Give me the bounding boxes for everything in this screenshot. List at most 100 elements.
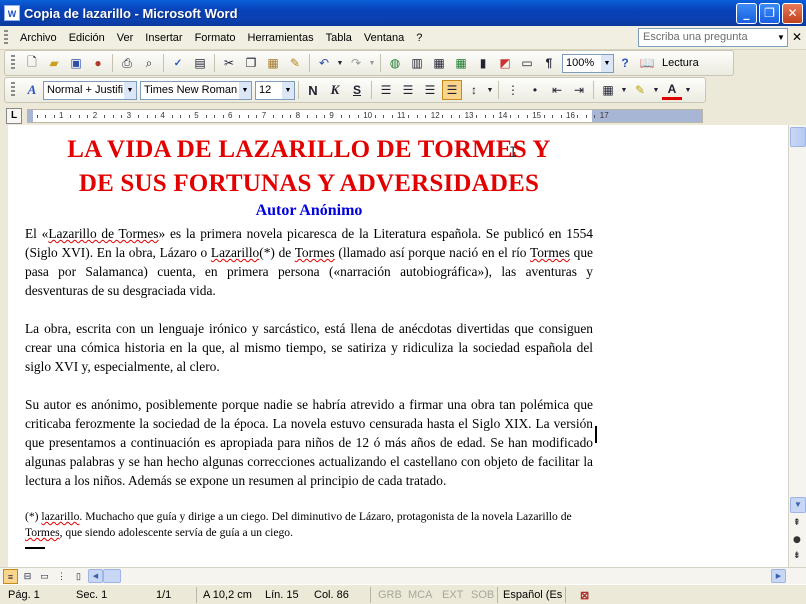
misspelled-word[interactable]: Lazarillo de Tormes [48, 226, 158, 241]
style-select[interactable]: Normal + Justifi ▼ [43, 80, 137, 100]
align-right-icon[interactable]: ☰ [420, 80, 440, 100]
italic-button[interactable]: K [325, 80, 345, 100]
toolbar-grip[interactable] [11, 55, 15, 71]
line-spacing-icon[interactable]: ↕ [464, 80, 484, 100]
copy-icon[interactable]: ❐ [241, 53, 261, 73]
vertical-scrollbar[interactable]: ▼ ⇞ ● ⇟ [788, 125, 806, 567]
read-mode-button[interactable]: Lectura [658, 57, 703, 69]
highlight-dropdown-icon[interactable]: ▼ [652, 80, 660, 100]
tables-borders-icon[interactable]: ▥ [407, 53, 427, 73]
spelling-icon[interactable]: ✓ [168, 53, 188, 73]
save-icon[interactable]: ▣ [66, 53, 86, 73]
web-layout-icon[interactable]: ⊟ [20, 569, 35, 584]
menu-grip[interactable] [4, 29, 8, 46]
menu-help[interactable]: ? [410, 32, 428, 44]
read-mode-icon[interactable]: 📖 [637, 53, 657, 73]
undo-dropdown-icon[interactable]: ▼ [336, 53, 344, 73]
drawing-icon[interactable]: ◩ [495, 53, 515, 73]
bold-button[interactable]: N [303, 80, 323, 100]
outline-view-icon[interactable]: ⋮ [54, 569, 69, 584]
redo-icon[interactable]: ↷ [346, 53, 366, 73]
reading-layout-icon[interactable]: ▯ [71, 569, 86, 584]
horizontal-scroll-thumb[interactable] [103, 569, 121, 583]
print-preview-icon[interactable]: ⌕ [139, 53, 159, 73]
spelling-status-icon[interactable]: ⊠ [580, 589, 589, 602]
misspelled-word[interactable]: Lazarillo [211, 245, 259, 260]
misspelled-word[interactable]: Tormes [295, 245, 335, 260]
status-record[interactable]: GRB [378, 589, 402, 601]
chevron-down-icon[interactable]: ▼ [601, 54, 613, 72]
decrease-indent-icon[interactable]: ⇤ [547, 80, 567, 100]
previous-page-icon[interactable]: ⇞ [793, 518, 801, 528]
print-icon[interactable]: ⎙ [117, 53, 137, 73]
status-overtype[interactable]: SOB [471, 589, 494, 601]
zoom-select[interactable]: 100% ▼ [562, 53, 614, 73]
font-color-dropdown-icon[interactable]: ▼ [684, 80, 692, 100]
insert-excel-icon[interactable]: ▦ [451, 53, 471, 73]
minimize-button[interactable]: _ [736, 3, 757, 24]
menu-edicion[interactable]: Edición [63, 32, 111, 44]
font-color-icon[interactable]: A [662, 80, 682, 100]
open-folder-icon[interactable]: ▰ [44, 53, 64, 73]
document-map-icon[interactable]: ▭ [517, 53, 537, 73]
line-spacing-dropdown-icon[interactable]: ▼ [486, 80, 494, 100]
font-select[interactable]: Times New Roman ▼ [140, 80, 252, 100]
align-left-icon[interactable]: ☰ [376, 80, 396, 100]
status-extend[interactable]: EXT [442, 589, 463, 601]
menu-ver[interactable]: Ver [111, 32, 140, 44]
scroll-down-icon[interactable]: ▼ [790, 497, 806, 513]
menu-insertar[interactable]: Insertar [139, 32, 188, 44]
status-language[interactable]: Español (Es [503, 589, 562, 601]
close-button[interactable]: ✕ [782, 3, 803, 24]
menu-ventana[interactable]: Ventana [358, 32, 410, 44]
justify-icon[interactable]: ☰ [442, 80, 462, 100]
scroll-left-icon[interactable]: ◀ [88, 569, 103, 583]
align-center-icon[interactable]: ☰ [398, 80, 418, 100]
tab-selector[interactable]: L [6, 108, 22, 124]
document-page[interactable]: LA VIDA DE LAZARILLO DE TORMES Y DE SUS … [25, 133, 593, 549]
numbering-icon[interactable]: ⋮ [503, 80, 523, 100]
chevron-down-icon[interactable]: ▼ [239, 81, 251, 99]
menu-archivo[interactable]: Archivo [14, 32, 63, 44]
horizontal-ruler[interactable]: L 1 2 3 4 5 6 7 8 9 10 11 12 13 14 15 16 17 [0, 105, 806, 125]
hyperlink-icon[interactable]: ◍ [385, 53, 405, 73]
highlight-icon[interactable]: ✎ [630, 80, 650, 100]
menu-formato[interactable]: Formato [189, 32, 242, 44]
cut-icon[interactable]: ✂ [219, 53, 239, 73]
menu-tabla[interactable]: Tabla [320, 32, 358, 44]
help-dropdown-icon[interactable]: ▼ [775, 29, 787, 46]
browse-object-icon[interactable]: ● [793, 535, 801, 545]
footnote-term[interactable]: lazarillo [41, 510, 79, 523]
chevron-down-icon[interactable]: ▼ [124, 81, 136, 99]
vertical-ruler[interactable] [0, 125, 8, 567]
columns-icon[interactable]: ▮ [473, 53, 493, 73]
ruler-strip[interactable]: 1 2 3 4 5 6 7 8 9 10 11 12 13 14 15 16 17 [27, 109, 703, 123]
font-size-select[interactable]: 12 ▼ [255, 80, 295, 100]
redo-dropdown-icon[interactable]: ▼ [368, 53, 376, 73]
styles-pane-icon[interactable]: A [22, 80, 42, 100]
borders-icon[interactable]: ▦ [598, 80, 618, 100]
misspelled-word[interactable]: Tormes [25, 526, 60, 539]
toolbar-grip[interactable] [11, 82, 15, 98]
help-icon[interactable]: ? [615, 53, 635, 73]
insert-table-icon[interactable]: ▦ [429, 53, 449, 73]
underline-button[interactable]: S [347, 80, 367, 100]
chevron-down-icon[interactable]: ▼ [282, 81, 294, 99]
show-formatting-icon[interactable]: ¶ [539, 53, 559, 73]
document-close-icon[interactable]: ✕ [792, 30, 802, 44]
borders-dropdown-icon[interactable]: ▼ [620, 80, 628, 100]
format-painter-icon[interactable]: ✎ [285, 53, 305, 73]
undo-icon[interactable]: ↶ [314, 53, 334, 73]
help-search-input[interactable]: Escriba una pregunta [638, 28, 788, 47]
research-icon[interactable]: ▤ [190, 53, 210, 73]
increase-indent-icon[interactable]: ⇥ [569, 80, 589, 100]
horizontal-scrollbar[interactable]: ≡ ⊟ ▭ ⋮ ▯ ◀ ▶ [0, 567, 806, 584]
permission-icon[interactable]: ● [88, 53, 108, 73]
status-track-changes[interactable]: MCA [408, 589, 432, 601]
bullets-icon[interactable]: • [525, 80, 545, 100]
restore-button[interactable]: ❐ [759, 3, 780, 24]
document-area[interactable]: LA VIDA DE LAZARILLO DE TORMES Y DE SUS … [8, 125, 788, 567]
scroll-thumb[interactable] [790, 127, 806, 147]
print-layout-icon[interactable]: ▭ [37, 569, 52, 584]
normal-view-icon[interactable]: ≡ [3, 569, 18, 584]
